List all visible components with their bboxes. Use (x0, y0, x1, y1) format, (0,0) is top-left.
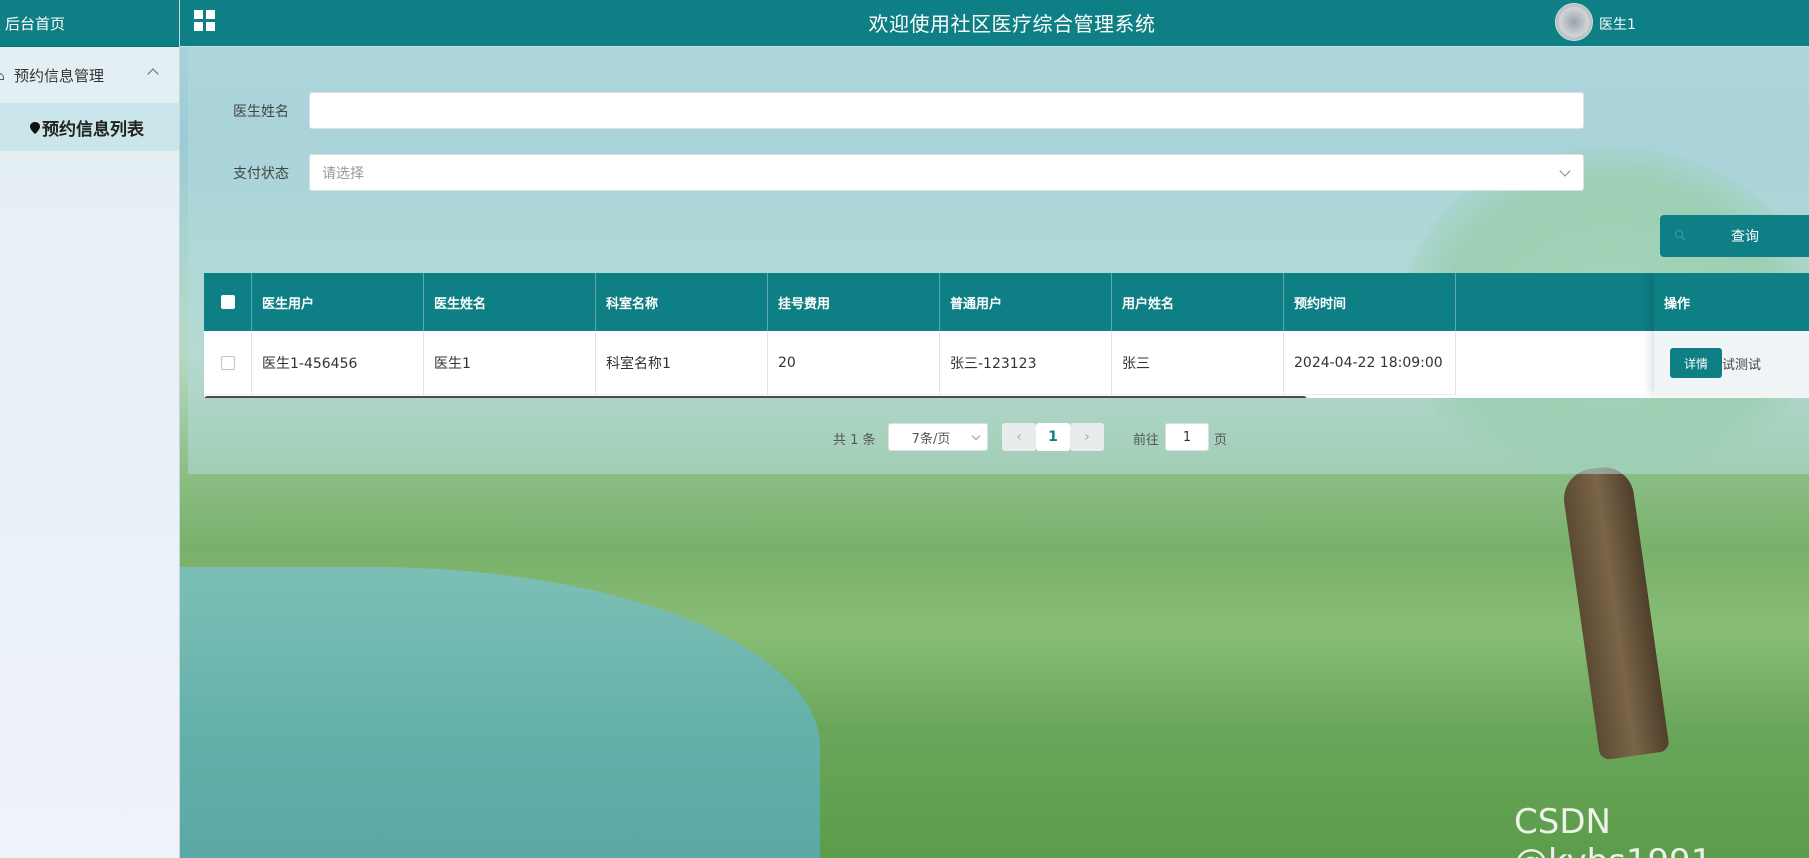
menu-group-icon: ⌂ (0, 69, 5, 83)
cell-doctor-user: 医生1-456456 (252, 331, 424, 395)
row-checkbox[interactable] (220, 355, 235, 370)
doctor-name-input[interactable] (309, 92, 1584, 129)
horizontal-scrollbar[interactable] (204, 396, 1307, 398)
next-page-button[interactable]: › (1070, 423, 1104, 451)
sidebar-group-appointment[interactable]: ⌂ 预约信息管理 (0, 47, 179, 103)
row-select-cell (204, 331, 252, 395)
cell-appointment-time: 2024-04-22 18:09:00 (1284, 331, 1456, 395)
search-panel: 医生姓名 支付状态 请选择 查询 医生用户 医生姓名 科室名称 挂号费用 普通用… (188, 47, 1809, 474)
sidebar-group-label: 预约信息管理 (14, 66, 105, 85)
query-button[interactable]: 查询 (1660, 215, 1809, 257)
background-tree-trunk (1560, 463, 1670, 761)
search-icon (1674, 229, 1686, 241)
select-all-checkbox[interactable] (220, 295, 235, 309)
header-select-cell (204, 273, 252, 331)
cell-doctor-name: 医生1 (424, 331, 596, 395)
column-header[interactable]: 科室名称 (596, 273, 768, 331)
column-header[interactable]: 预约时间 (1284, 273, 1456, 331)
location-pin-icon (30, 122, 40, 134)
page-size-select[interactable]: 7条/页 (888, 423, 988, 451)
column-header[interactable]: 普通用户 (940, 273, 1112, 331)
page-unit-label: 页 (1214, 433, 1228, 448)
query-button-label: 查询 (1731, 229, 1759, 245)
chevron-down-icon (1559, 165, 1571, 177)
pay-status-select[interactable]: 请选择 (309, 154, 1584, 191)
chevron-up-icon (147, 68, 159, 80)
detail-button[interactable]: 详情 (1670, 348, 1722, 378)
app-root: 后台首页 ⌂ 预约信息管理 预约信息列表 欢迎使用社区医疗综合管理系统 医生1 … (0, 0, 1809, 858)
sidebar-home-label: 后台首页 (5, 14, 66, 33)
page-size-label: 7条/页 (911, 431, 951, 447)
chevron-left-icon: ‹ (1016, 429, 1022, 445)
sidebar-home-link[interactable]: 后台首页 (0, 0, 179, 47)
goto-label: 前往 (1133, 433, 1160, 448)
table-row[interactable]: 医生1-456456 医生1 科室名称1 20 张三-123123 张三 202… (204, 331, 1809, 395)
column-header[interactable]: 医生姓名 (424, 273, 596, 331)
sidebar-item-label: 预约信息列表 (42, 119, 144, 140)
goto-page-input[interactable] (1165, 423, 1209, 451)
chevron-down-icon (971, 431, 981, 441)
column-header[interactable]: 用户姓名 (1112, 273, 1284, 331)
background-lake (180, 567, 820, 858)
pay-status-placeholder: 请选择 (322, 165, 364, 182)
column-header: 操作 (1654, 273, 1809, 331)
cell-fee: 20 (768, 331, 940, 395)
operation-column: 操作 详情 试测试 (1654, 273, 1809, 395)
table-header: 医生用户 医生姓名 科室名称 挂号费用 普通用户 用户姓名 预约时间 (204, 273, 1809, 331)
cell-normal-user: 张三-123123 (940, 331, 1112, 395)
page-number-current[interactable]: 1 (1036, 423, 1070, 451)
operation-cell: 详情 试测试 (1654, 331, 1809, 395)
sidebar-item-appointment-list[interactable]: 预约信息列表 (0, 103, 179, 151)
top-header: 欢迎使用社区医疗综合管理系统 医生1 (180, 0, 1809, 47)
watermark: CSDN @kybs1991 (1514, 802, 1712, 858)
cell-department: 科室名称1 (596, 331, 768, 395)
appointment-table: 医生用户 医生姓名 科室名称 挂号费用 普通用户 用户姓名 预约时间 医生1-4… (204, 273, 1809, 398)
prev-page-button[interactable]: ‹ (1002, 423, 1036, 451)
column-header[interactable]: 挂号费用 (768, 273, 940, 331)
column-header[interactable]: 医生用户 (252, 273, 424, 331)
main-content: 医生姓名 支付状态 请选择 查询 医生用户 医生姓名 科室名称 挂号费用 普通用… (180, 47, 1809, 858)
pay-status-label: 支付状态 (233, 166, 289, 182)
user-name[interactable]: 医生1 (1599, 14, 1636, 34)
sidebar: 后台首页 ⌂ 预约信息管理 预约信息列表 (0, 0, 180, 858)
avatar[interactable] (1555, 3, 1593, 41)
pagination-total: 共 1 条 (833, 433, 876, 448)
chevron-right-icon: › (1084, 429, 1090, 445)
doctor-name-label: 医生姓名 (233, 104, 289, 120)
cell-user-name: 张三 (1112, 331, 1284, 395)
extra-action-text[interactable]: 试测试 (1722, 354, 1761, 373)
